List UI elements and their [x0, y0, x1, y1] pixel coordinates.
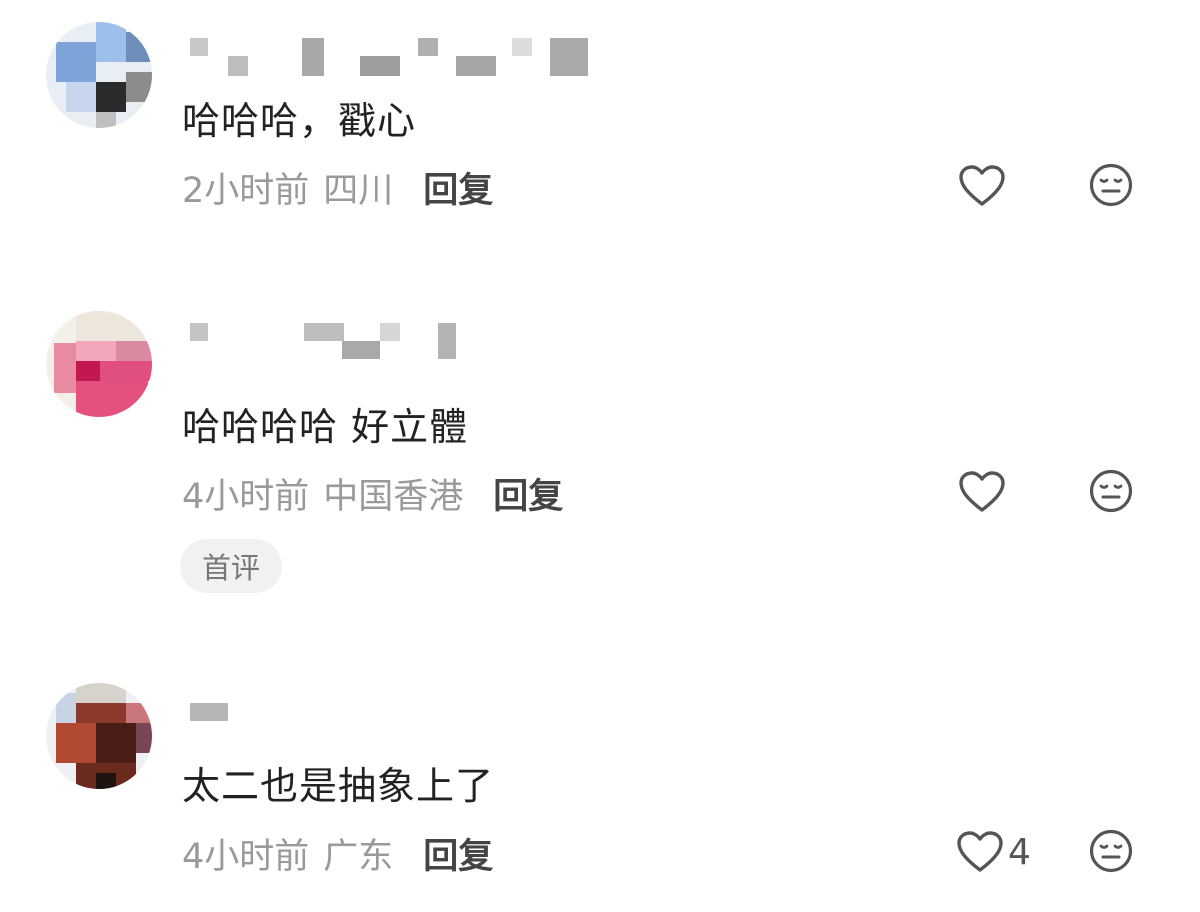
- like-button[interactable]: [958, 162, 1010, 210]
- comment-text: 太二也是抽象上了: [182, 764, 495, 808]
- comment-location: 中国香港: [323, 477, 464, 517]
- like-button[interactable]: 4: [956, 828, 1031, 876]
- heart-icon: [959, 165, 1005, 206]
- like-count: 4: [1008, 831, 1031, 873]
- nickname-mosaic[interactable]: [190, 703, 610, 743]
- comment-location: 广东: [323, 837, 394, 877]
- comment-location: 四川: [323, 171, 394, 211]
- comment-time: 4小时前: [182, 837, 310, 877]
- like-button[interactable]: [958, 468, 1010, 516]
- comment-text: 哈哈哈哈 好立體: [182, 405, 469, 449]
- avatar[interactable]: [46, 311, 152, 417]
- nickname-mosaic[interactable]: [190, 323, 610, 363]
- avatar[interactable]: [46, 683, 152, 789]
- reply-button[interactable]: 回复: [423, 828, 493, 879]
- dislike-button[interactable]: [1088, 468, 1134, 514]
- reply-button[interactable]: 回复: [493, 468, 563, 519]
- neutral-face-icon: [1089, 469, 1133, 513]
- nickname-mosaic[interactable]: [190, 38, 610, 78]
- comment-meta: 2小时前 四川 回复: [182, 162, 493, 213]
- reply-button[interactable]: 回复: [423, 162, 493, 213]
- neutral-face-icon: [1089, 163, 1133, 207]
- comment-meta: 4小时前 广东 回复: [182, 828, 493, 879]
- comment-time: 2小时前: [182, 171, 310, 211]
- comment-meta: 4小时前 中国香港 回复: [182, 468, 563, 519]
- dislike-button[interactable]: [1088, 162, 1134, 208]
- dislike-button[interactable]: [1088, 828, 1134, 874]
- avatar[interactable]: [46, 22, 152, 128]
- heart-icon: [957, 831, 1003, 872]
- heart-icon: [959, 471, 1005, 512]
- first-comment-badge: 首评: [180, 539, 282, 593]
- neutral-face-icon: [1089, 829, 1133, 873]
- comment-time: 4小时前: [182, 477, 310, 517]
- comment-text: 哈哈哈，戳心: [182, 99, 417, 143]
